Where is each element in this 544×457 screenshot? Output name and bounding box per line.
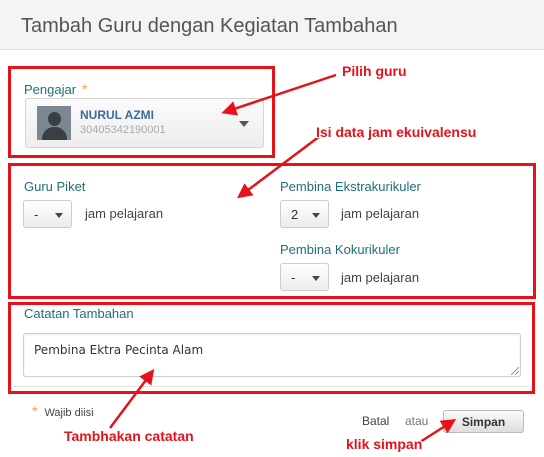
- annotation-fill-hours: Isi data jam ekuivalensu: [316, 124, 477, 140]
- save-button[interactable]: Simpan: [443, 410, 524, 433]
- cancel-link[interactable]: Batal: [362, 414, 389, 428]
- notes-highlight-box: [8, 302, 535, 394]
- or-text: atau: [405, 414, 429, 428]
- required-note: * Wajib diisi: [32, 403, 94, 419]
- annotation-click-save: klik simpan: [346, 436, 423, 452]
- required-star-icon: *: [32, 403, 38, 419]
- required-note-text: Wajib diisi: [44, 407, 94, 419]
- teacher-highlight-box: [8, 66, 275, 158]
- annotation-pick-teacher: Pilih guru: [342, 63, 407, 79]
- annotation-add-notes: Tambhakan catatan: [64, 428, 194, 444]
- page-title: Tambah Guru dengan Kegiatan Tambahan: [21, 15, 398, 37]
- page-header: Tambah Guru dengan Kegiatan Tambahan: [0, 0, 544, 50]
- hours-highlight-box: [8, 163, 536, 299]
